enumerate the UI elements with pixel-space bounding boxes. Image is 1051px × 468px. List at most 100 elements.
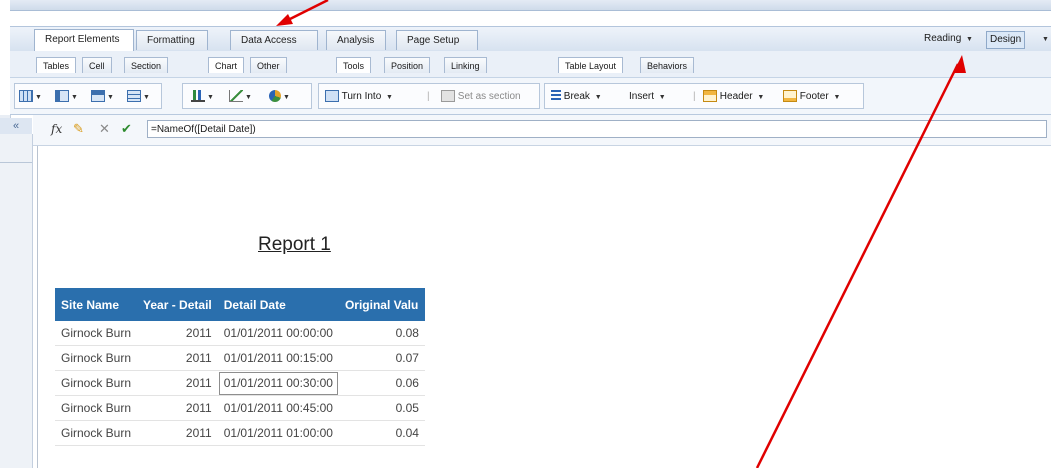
cell-detail-date[interactable]: 01/01/2011 00:15:00 <box>217 345 339 371</box>
chevron-down-icon: ▼ <box>966 36 973 43</box>
window-top-strip <box>0 0 1051 20</box>
table-row: Girnock Burn 2011 01/01/2011 00:30:00 0.… <box>55 370 425 396</box>
cancel-formula-icon[interactable]: ✕ <box>99 121 110 137</box>
cell-site-name[interactable]: Girnock Burn <box>55 321 138 346</box>
table-icon <box>19 90 33 103</box>
table-layout-tool-group: Break ▼ Insert ▼ | Header ▼ Footer ▼ <box>544 83 864 109</box>
cell-original-value[interactable]: 0.07 <box>338 345 425 371</box>
cell-year[interactable]: 2011 <box>137 345 218 371</box>
pie-chart-button[interactable]: ▼ <box>269 88 290 106</box>
cell-year[interactable]: 2011 <box>137 395 218 421</box>
line-chart-button[interactable]: ▼ <box>229 88 252 106</box>
break-button[interactable]: Break ▼ <box>551 88 602 106</box>
tab-formatting[interactable]: Formatting <box>136 30 208 50</box>
cell-site-name[interactable]: Girnock Burn <box>55 345 138 371</box>
cell-year[interactable]: 2011 <box>137 321 218 346</box>
section-button[interactable]: ▼ <box>127 88 150 106</box>
cell-original-value[interactable]: 0.05 <box>338 395 425 421</box>
insert-button[interactable]: Insert ▼ <box>629 88 666 106</box>
footer-button[interactable]: Footer ▼ <box>783 88 840 106</box>
sub-tab-row: Tables Cell Section Chart Other Tools Po… <box>10 51 1051 78</box>
rows-icon <box>91 90 105 103</box>
chart-tool-group: ▼ ▼ ▼ <box>182 83 312 109</box>
margin-line <box>37 146 38 468</box>
formula-editor-icon[interactable]: ✎ <box>73 121 84 137</box>
subtab-cell[interactable]: Cell <box>82 57 112 73</box>
fx-icon[interactable]: fx <box>51 122 62 136</box>
column-header-detail-date[interactable]: Detail Date <box>217 288 339 321</box>
chevron-down-icon[interactable]: ▼ <box>1040 31 1049 48</box>
subtab-tables[interactable]: Tables <box>36 57 77 73</box>
columns-button[interactable]: ▼ <box>55 88 78 106</box>
tab-analysis[interactable]: Analysis <box>326 30 386 50</box>
report-table[interactable]: Site Name Year - Detail Detail Date Orig… <box>55 288 425 446</box>
tab-page-setup[interactable]: Page Setup <box>396 30 478 50</box>
side-panel-divider <box>0 162 32 163</box>
tables-tool-group: ▼ ▼ ▼ ▼ <box>14 83 162 109</box>
cell-detail-date[interactable]: 01/01/2011 01:00:00 <box>217 420 339 446</box>
chevron-down-icon: ▼ <box>757 94 765 101</box>
report-title[interactable]: Report 1 <box>258 234 331 256</box>
cell-year[interactable]: 2011 <box>137 420 218 446</box>
tools-tool-group: Turn Into ▼ | Set as section <box>318 83 540 109</box>
bar-chart-icon <box>191 90 205 103</box>
column-header-original-value[interactable]: Original Valu <box>338 288 425 321</box>
cell-detail-date[interactable]: 01/01/2011 00:45:00 <box>217 395 339 421</box>
chevron-down-icon: ▼ <box>107 94 114 101</box>
chevron-down-icon: ▼ <box>386 94 393 101</box>
subtab-position[interactable]: Position <box>384 57 431 73</box>
break-label: Break <box>563 91 590 102</box>
header-button[interactable]: Header ▼ <box>703 88 764 106</box>
pie-chart-icon <box>269 90 281 103</box>
section-icon <box>127 90 141 103</box>
formula-bar: fx ✎ ✕ ✔ =NameOf([Detail Date]) <box>33 115 1051 146</box>
cell-site-name[interactable]: Girnock Burn <box>55 395 138 421</box>
header-icon <box>703 90 717 103</box>
cell-site-name[interactable]: Girnock Burn <box>55 420 138 446</box>
tab-report-elements[interactable]: Report Elements <box>34 29 134 51</box>
subtab-linking[interactable]: Linking <box>444 57 487 73</box>
separator: | <box>427 91 430 102</box>
cell-year[interactable]: 2011 <box>137 370 218 396</box>
side-panel <box>0 134 33 468</box>
subtab-table-layout[interactable]: Table Layout <box>558 57 624 73</box>
cell-original-value[interactable]: 0.04 <box>338 420 425 446</box>
footer-icon <box>783 90 797 103</box>
design-mode-button[interactable]: Design <box>986 31 1026 49</box>
table-row: Girnock Burn 2011 01/01/2011 00:00:00 0.… <box>55 321 425 346</box>
chevron-down-icon: ▼ <box>143 94 150 101</box>
insert-table-button[interactable]: ▼ <box>19 88 42 106</box>
subtab-other[interactable]: Other <box>250 57 287 73</box>
subtab-behaviors[interactable]: Behaviors <box>640 57 695 73</box>
turn-into-label: Turn Into <box>341 91 382 102</box>
chevron-down-icon: ▼ <box>71 94 78 101</box>
main-tab-row: Report Elements Formatting Data Access A… <box>10 26 1051 52</box>
subtab-section[interactable]: Section <box>124 57 169 73</box>
footer-label: Footer <box>799 91 829 102</box>
break-icon <box>551 90 561 103</box>
tab-data-access[interactable]: Data Access <box>230 30 318 50</box>
chevron-down-icon: ▼ <box>658 94 666 101</box>
table-row: Girnock Burn 2011 01/01/2011 00:15:00 0.… <box>55 345 425 371</box>
column-header-year-detail[interactable]: Year - Detail <box>137 288 218 321</box>
cell-detail-date-selected[interactable]: 01/01/2011 00:30:00 <box>217 370 339 396</box>
cell-site-name[interactable]: Girnock Burn <box>55 370 138 396</box>
separator: | <box>693 91 696 102</box>
reading-mode-button[interactable]: Reading ▼ <box>924 31 973 48</box>
chevron-down-icon: ▼ <box>245 94 252 101</box>
validate-formula-icon[interactable]: ✔ <box>121 121 132 137</box>
collapse-panel-icon[interactable]: « <box>0 118 32 134</box>
formula-input[interactable]: =NameOf([Detail Date]) <box>147 120 1047 138</box>
table-row: Girnock Burn 2011 01/01/2011 01:00:00 0.… <box>55 420 425 446</box>
subtab-chart[interactable]: Chart <box>208 57 245 73</box>
cell-detail-date[interactable]: 01/01/2011 00:00:00 <box>217 321 339 346</box>
turn-into-button[interactable]: Turn Into ▼ <box>325 88 393 106</box>
header-label: Header <box>719 91 753 102</box>
bar-chart-button[interactable]: ▼ <box>191 88 214 106</box>
cell-original-value[interactable]: 0.06 <box>338 370 425 396</box>
subtab-tools[interactable]: Tools <box>336 57 372 73</box>
set-as-section-button[interactable]: Set as section <box>441 88 521 106</box>
rows-button[interactable]: ▼ <box>91 88 114 106</box>
cell-original-value[interactable]: 0.08 <box>338 321 425 346</box>
column-header-site-name[interactable]: Site Name <box>55 288 138 321</box>
